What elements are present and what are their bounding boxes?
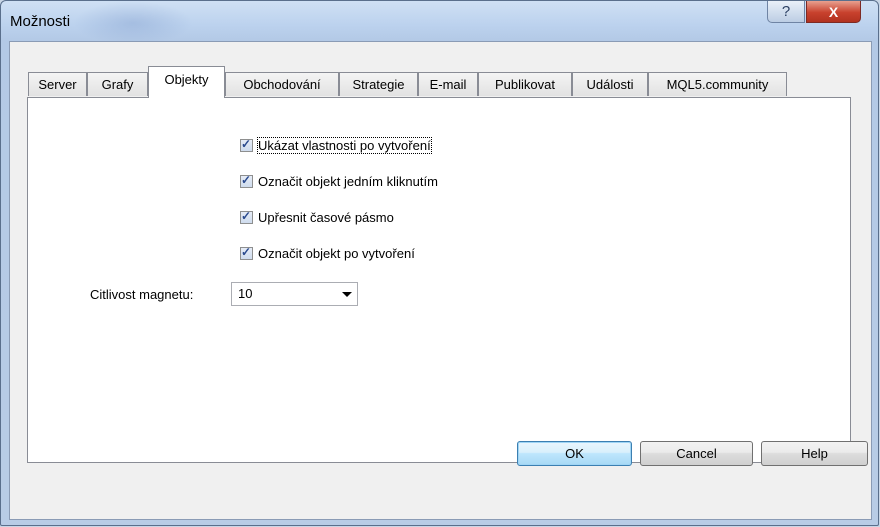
checkmark-icon: ✓ [241, 137, 252, 151]
tab-label: MQL5.community [666, 77, 769, 92]
cancel-button[interactable]: Cancel [640, 441, 753, 466]
tab-objekty[interactable]: Objekty [148, 66, 225, 98]
tab-label: E-mail [429, 77, 467, 92]
tab-label: Publikovat [495, 77, 555, 92]
option-refine-timeframe[interactable]: ✓ Upřesnit časové pásmo [240, 209, 394, 225]
question-icon: ? [781, 3, 791, 20]
checkbox[interactable]: ✓ [240, 137, 253, 152]
checkmark-icon: ✓ [241, 209, 252, 223]
option-label: Označit objekt jedním kliknutím [258, 174, 438, 189]
tab-obchodovani[interactable]: Obchodování [225, 72, 339, 96]
tab-label: Události [586, 77, 634, 92]
tab-label: Server [38, 77, 77, 92]
objekty-tab-panel: ✓ Ukázat vlastnosti po vytvoření ✓ Označ… [27, 97, 851, 463]
tab-email[interactable]: E-mail [418, 72, 478, 96]
tab-strategie[interactable]: Strategie [339, 72, 418, 96]
magnet-sensitivity-select[interactable]: 10 [231, 282, 358, 306]
tab-label: Objekty [164, 72, 209, 87]
checkbox[interactable]: ✓ [240, 245, 253, 260]
options-dialog: Možnosti ? X Server Grafy Objekty Obchod… [0, 0, 879, 526]
tab-label: Obchodování [243, 77, 321, 92]
close-button[interactable]: X [806, 1, 861, 23]
dropdown-arrow-icon[interactable] [342, 292, 352, 297]
close-icon: X [828, 3, 839, 20]
option-label: Označit objekt po vytvoření [258, 246, 415, 261]
option-label: Upřesnit časové pásmo [258, 210, 394, 225]
tab-mql5-community[interactable]: MQL5.community [648, 72, 787, 96]
title-bar-glass [73, 1, 193, 45]
tab-server[interactable]: Server [28, 72, 87, 96]
tab-grafy[interactable]: Grafy [87, 72, 148, 96]
button-label: OK [565, 446, 584, 461]
tab-publikovat[interactable]: Publikovat [478, 72, 572, 96]
tab-label: Grafy [101, 77, 134, 92]
help-button[interactable]: Help [761, 441, 868, 466]
checkbox[interactable]: ✓ [240, 209, 253, 224]
tab-label: Strategie [352, 77, 405, 92]
checkmark-icon: ✓ [241, 245, 252, 259]
title-bar[interactable]: Možnosti ? X [1, 1, 878, 45]
button-label: Cancel [676, 446, 717, 461]
checkmark-icon: ✓ [241, 173, 252, 187]
option-select-one-click[interactable]: ✓ Označit objekt jedním kliknutím [240, 173, 438, 189]
select-value: 10 [238, 286, 253, 301]
tab-udalosti[interactable]: Události [572, 72, 648, 96]
button-label: Help [801, 446, 828, 461]
option-show-properties[interactable]: ✓ Ukázat vlastnosti po vytvoření [240, 137, 432, 154]
window-title: Možnosti [10, 13, 71, 30]
option-select-after-create[interactable]: ✓ Označit objekt po vytvoření [240, 245, 415, 261]
magnet-sensitivity-label: Citlivost magnetu: [90, 287, 194, 302]
ok-button[interactable]: OK [517, 441, 632, 466]
checkbox[interactable]: ✓ [240, 173, 253, 188]
option-label: Ukázat vlastnosti po vytvoření [257, 137, 432, 154]
help-title-button[interactable]: ? [767, 1, 805, 23]
